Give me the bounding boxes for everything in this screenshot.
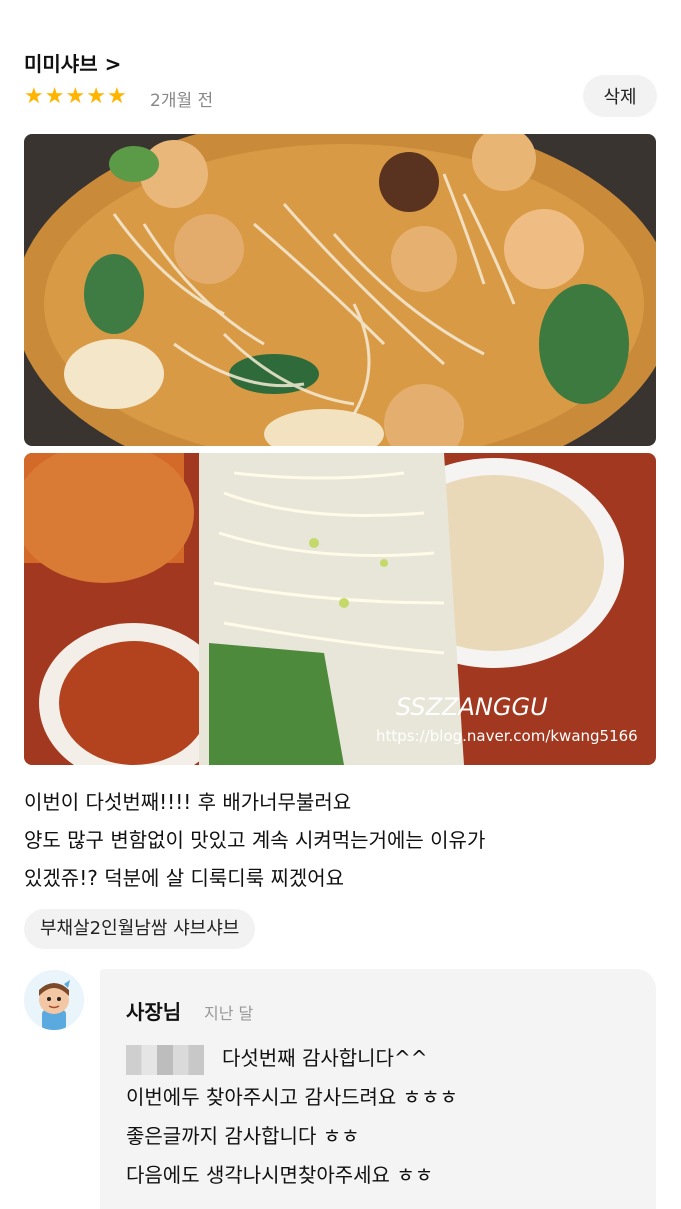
reply-time: 지난 달: [204, 1004, 254, 1023]
review-photo-ricepaper-roll[interactable]: SSZZANGGU https://blog.naver.com/kwang51…: [24, 453, 656, 765]
review-line: 이번이 다섯번째!!!! 후 배가너무불러요: [24, 790, 352, 814]
hotpot-image: [24, 134, 656, 446]
ricepaper-roll-image: SSZZANGGU https://blog.naver.com/kwang51…: [24, 453, 656, 765]
star-icon: ★: [44, 84, 65, 109]
owner-name: 사장님: [126, 1000, 182, 1024]
review-time: 2개월 전: [150, 91, 214, 111]
reply-line: 이번에두 찾아주시고 감사드려요 ㅎㅎㅎ: [126, 1085, 458, 1109]
reply-text: 다섯번째 감사합니다^^ 이번에두 찾아주시고 감사드려요 ㅎㅎㅎ 좋은글까지 …: [126, 1039, 458, 1195]
star-icon: ★: [86, 84, 106, 109]
star-rating: ★ ★ ★ ★ ★: [24, 84, 127, 110]
blurred-username: [126, 1044, 204, 1075]
watermark-title: SSZZANGGU: [396, 693, 548, 721]
review-line: 양도 많구 변함없이 맛있고 계속 시켜먹는거에는 이유가: [24, 828, 486, 852]
star-icon: ★: [24, 84, 44, 109]
star-icon: ★: [106, 84, 127, 109]
reply-line: 다음에도 생각나시면찾아주세요 ㅎㅎ: [126, 1163, 434, 1187]
store-name-link[interactable]: 미미샤브 >: [24, 48, 121, 77]
character-icon: [24, 970, 84, 1030]
review-card: 미미샤브 > ★ ★ ★ ★ ★ 2개월 전 삭제 SSZZANGGU http…: [0, 0, 681, 1209]
owner-reply: 사장님 지난 달 다섯번째 감사합니다^^ 이번에두 찾아주시고 감사드려요 ㅎ…: [100, 969, 656, 1209]
review-text: 이번이 다섯번째!!!! 후 배가너무불러요양도 많구 변함없이 맛있고 계속 …: [24, 783, 656, 897]
review-photo-hotpot[interactable]: [24, 134, 656, 446]
owner-avatar: [24, 970, 84, 1030]
review-line: 있겠쥬!? 덕분에 살 디룩디룩 찌겠어요: [24, 866, 345, 890]
delete-button[interactable]: 삭제: [583, 75, 657, 117]
watermark-url: https://blog.naver.com/kwang5166: [376, 727, 638, 745]
reply-line: 좋은글까지 감사합니다 ㅎㅎ: [126, 1124, 360, 1148]
star-icon: ★: [65, 84, 86, 109]
reply-line: 다섯번째 감사합니다^^: [126, 1039, 458, 1078]
menu-tag-chip[interactable]: 부채살2인월남쌈 샤브샤브: [24, 909, 256, 949]
